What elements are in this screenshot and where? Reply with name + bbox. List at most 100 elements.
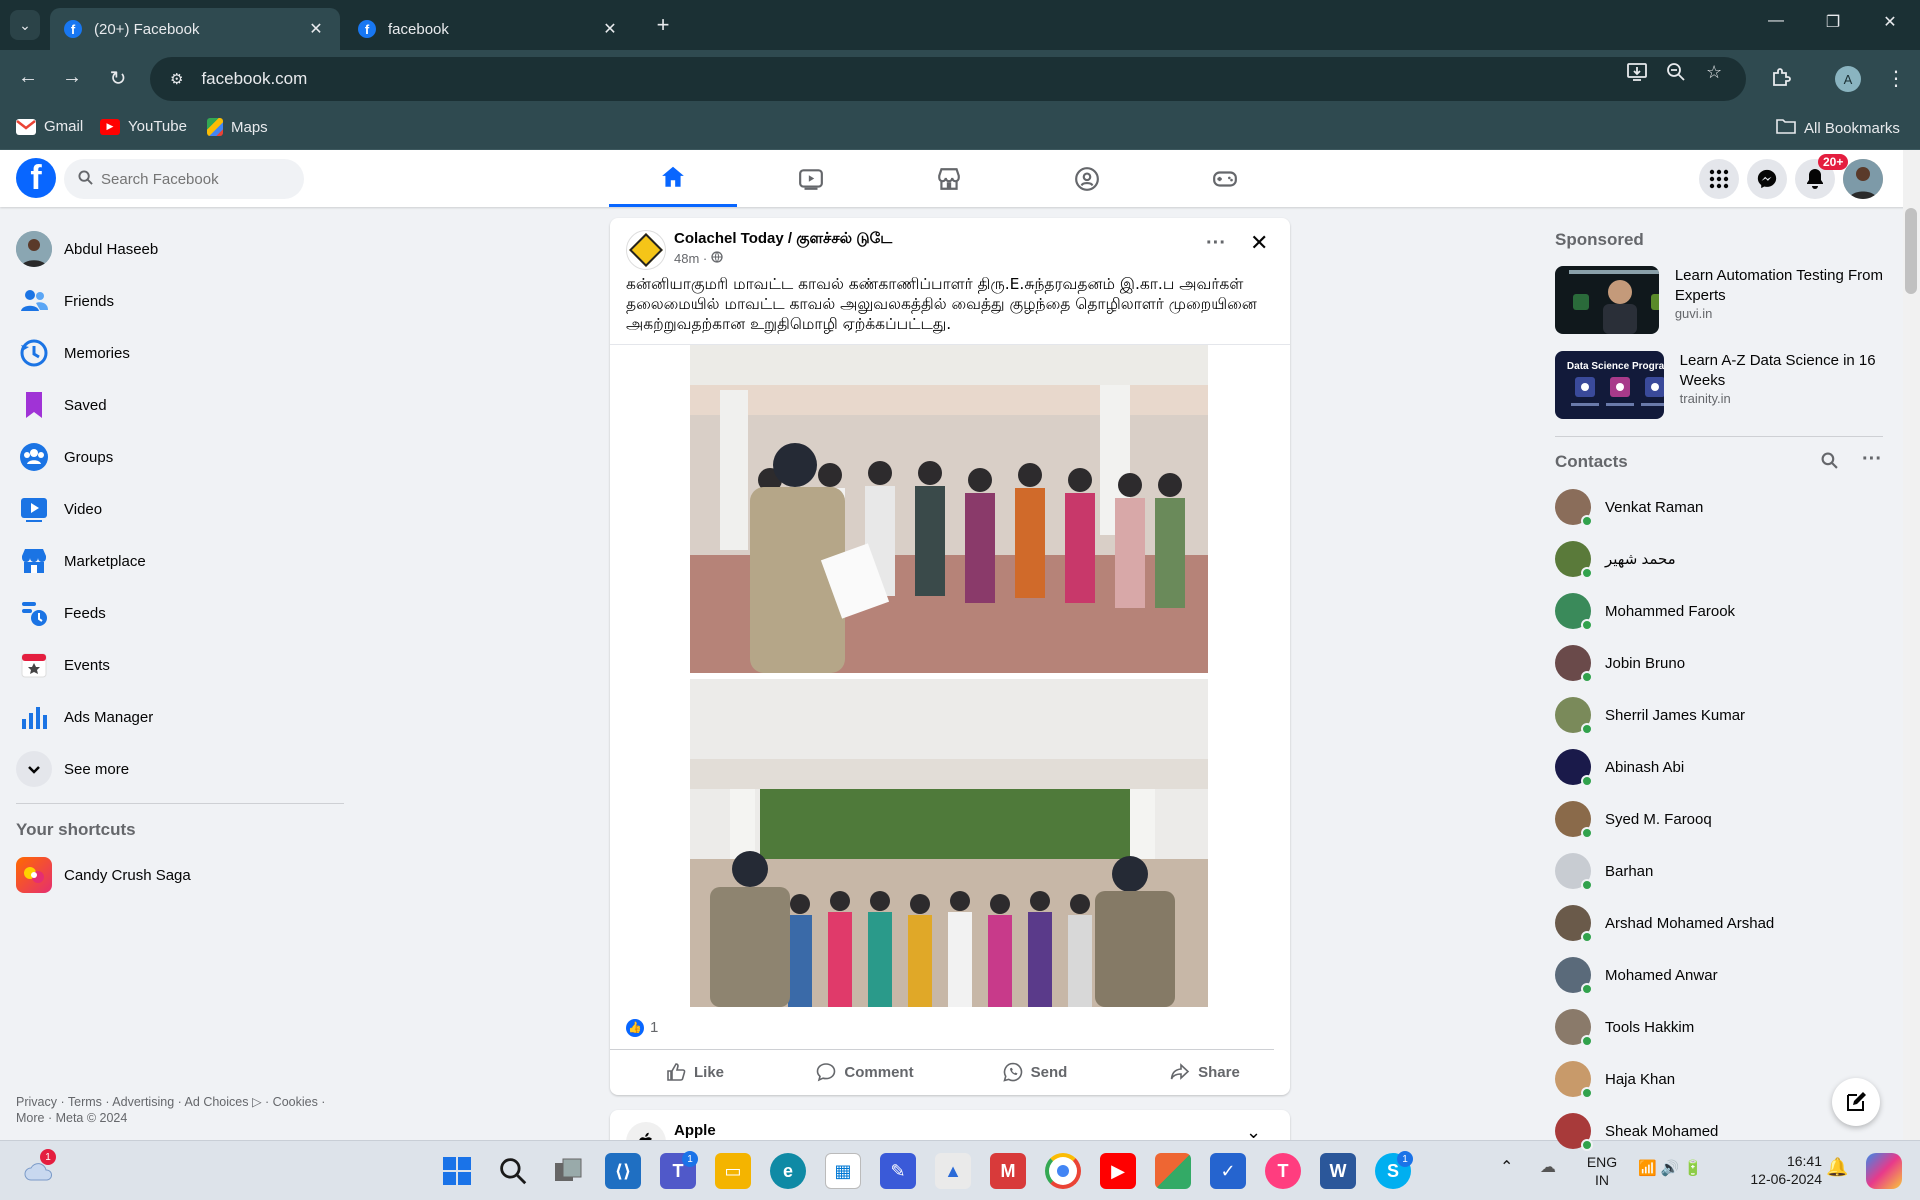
copilot-icon[interactable] [1866,1153,1902,1189]
taskbar-search-icon[interactable] [495,1153,531,1189]
sidebar-item-feeds[interactable]: Feeds [8,587,348,639]
sponsored-ad-trainity[interactable]: Data Science Program Learn A-Z Data Scie… [1555,351,1885,421]
close-window-icon[interactable]: ✕ [1875,12,1905,32]
todo-icon[interactable]: ✓ [1210,1153,1246,1189]
restore-window-icon[interactable]: ❐ [1818,12,1848,32]
browser-profile-avatar[interactable]: A [1835,66,1861,92]
contacts-options-icon[interactable]: ··· [1862,448,1882,471]
new-tab-button[interactable]: + [650,12,676,38]
shortcut-candy-crush[interactable]: Candy Crush Saga [8,849,348,901]
forward-icon[interactable]: → [58,66,86,89]
contacts-search-icon[interactable] [1821,452,1838,474]
photos-icon[interactable]: ▲ [935,1153,971,1189]
sidebar-footer-links[interactable]: Privacy · Terms · Advertising · Ad Choic… [16,1094,346,1126]
close-tab-icon[interactable]: ✕ [600,19,620,39]
like-button[interactable]: Like [610,1062,780,1082]
minimize-icon[interactable]: — [1761,12,1791,30]
clock[interactable]: 16:41 12-06-2024 [1732,1152,1822,1188]
contact-item[interactable]: Sheak Mohamed [1555,1105,1885,1157]
contact-item[interactable]: Haja Khan [1555,1053,1885,1105]
sidebar-item-marketplace[interactable]: Marketplace [8,535,348,587]
post-photo-1[interactable] [690,345,1208,673]
onedrive-icon[interactable]: ☁ [1540,1159,1556,1177]
notification-bell-icon[interactable]: 🔔 [1826,1158,1848,1176]
share-button[interactable]: Share [1120,1062,1290,1082]
language-indicator[interactable]: ENG IN [1582,1153,1622,1189]
close-tab-icon[interactable]: ✕ [306,19,326,39]
page-scrollbar-thumb[interactable] [1905,208,1917,294]
zoom-icon[interactable] [1666,62,1686,87]
chrome-icon[interactable] [1045,1153,1081,1189]
install-app-icon[interactable] [1626,62,1648,87]
facebook-logo[interactable]: f [16,158,56,198]
windows-start-icon[interactable] [439,1153,475,1189]
post-page-name[interactable]: Colachel Today / குளச்சல் டுடே [674,230,892,249]
browser-tab-facebook[interactable]: f facebook ✕ [344,8,634,50]
contact-item[interactable]: Jobin Bruno [1555,637,1885,689]
next-post-page-name[interactable]: Apple [674,1122,716,1139]
ad-image[interactable] [1555,266,1659,334]
file-explorer-icon[interactable]: ▭ [715,1153,751,1189]
messenger-button[interactable] [1747,159,1787,199]
tab-video[interactable] [747,150,875,207]
reload-icon[interactable]: ↻ [104,66,132,91]
page-scrollbar[interactable] [1903,150,1920,1140]
network-volume-battery-icons[interactable]: 📶 🔊 🔋 [1638,1160,1708,1178]
comment-button[interactable]: Comment [780,1062,950,1082]
account-avatar[interactable] [1843,159,1883,199]
post-options-icon[interactable]: ··· [1206,232,1226,255]
contact-item[interactable]: Venkat Raman [1555,481,1885,533]
bookmark-youtube[interactable]: ▶ YouTube [100,118,187,135]
tab-gaming[interactable] [1161,150,1289,207]
ad-image[interactable]: Data Science Program [1555,351,1664,419]
back-icon[interactable]: ← [14,66,42,89]
tinder-like-app-icon[interactable]: T [1265,1153,1301,1189]
sidebar-item-profile[interactable]: Abdul Haseeb [8,223,348,275]
contact-item[interactable]: Tools Hakkim [1555,1001,1885,1053]
contact-item[interactable]: Sherril James Kumar [1555,689,1885,741]
contact-item[interactable]: Mohammed Farook [1555,585,1885,637]
word-icon[interactable]: W [1320,1153,1356,1189]
contact-item[interactable]: محمد شهير [1555,533,1885,585]
post-time[interactable]: 48m [674,251,699,266]
edge-icon[interactable]: e [770,1153,806,1189]
office-app-icon[interactable] [1155,1153,1191,1189]
send-button[interactable]: Send [950,1062,1120,1082]
youtube-app-icon[interactable]: ▶ [1100,1153,1136,1189]
post-photo-2[interactable] [690,679,1208,1007]
sidebar-item-memories[interactable]: Memories [8,327,348,379]
contact-item[interactable]: Arshad Mohamed Arshad [1555,897,1885,949]
site-info-icon[interactable]: ⚙ [170,70,183,88]
menu-button[interactable] [1699,159,1739,199]
sidebar-item-groups[interactable]: Groups [8,431,348,483]
sidebar-see-more[interactable]: See more [8,743,348,795]
post-reactions[interactable]: 👍 1 [610,1006,1274,1050]
sidebar-item-video[interactable]: Video [8,483,348,535]
sidebar-item-friends[interactable]: Friends [8,275,348,327]
extensions-icon[interactable] [1770,66,1792,94]
whiteboard-icon[interactable]: ✎ [880,1153,916,1189]
sidebar-item-events[interactable]: Events [8,639,348,691]
ms-store-icon[interactable]: ▦ [825,1153,861,1189]
bookmark-gmail[interactable]: Gmail [16,118,83,135]
url-text[interactable]: facebook.com [201,69,307,89]
address-bar[interactable]: ⚙ facebook.com [150,57,1746,101]
bookmark-star-icon[interactable]: ☆ [1706,62,1722,83]
hide-post-icon[interactable]: ✕ [1250,230,1268,256]
contact-item[interactable]: Abinash Abi [1555,741,1885,793]
sidebar-item-saved[interactable]: Saved [8,379,348,431]
task-view-icon[interactable] [550,1153,586,1189]
mcafee-icon[interactable]: M [990,1153,1026,1189]
sidebar-item-ads-manager[interactable]: Ads Manager [8,691,348,743]
search-input[interactable] [101,170,291,188]
sponsored-ad-guvi[interactable]: Learn Automation Testing From Experts gu… [1555,266,1885,336]
tab-home[interactable] [609,150,737,207]
search-box[interactable] [64,159,304,199]
browser-menu-icon[interactable]: ⋮ [1886,66,1906,91]
bookmark-maps[interactable]: Maps [207,118,268,136]
contact-item[interactable]: Barhan [1555,845,1885,897]
browser-tab-facebook-active[interactable]: f (20+) Facebook ✕ [50,8,340,50]
tab-search-dropdown[interactable]: ⌄ [10,10,40,40]
vscode-icon[interactable]: ⟨⟩ [605,1153,641,1189]
page-avatar[interactable] [626,230,666,270]
